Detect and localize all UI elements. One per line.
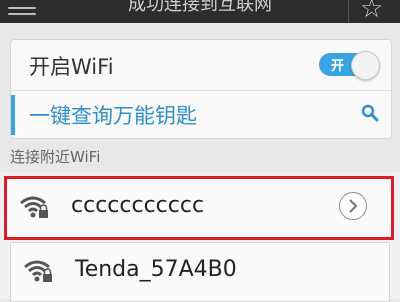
wifi-toggle-row: 开启WiFi 开 bbox=[11, 40, 391, 91]
wifi-network-item[interactable]: Tenda_57A4B0 bbox=[10, 242, 390, 302]
key-query-row[interactable]: 一键查询万能钥匙 bbox=[11, 91, 391, 138]
wifi-network-item[interactable]: ccccccccccc bbox=[4, 176, 394, 240]
switch-knob bbox=[351, 51, 380, 80]
switch-on-label: 开 bbox=[331, 59, 345, 74]
chevron-right-icon[interactable] bbox=[339, 192, 367, 220]
wifi-toggle-label: 开启WiFi bbox=[29, 55, 114, 79]
wifi-locked-icon bbox=[24, 260, 52, 282]
wifi-locked-icon bbox=[20, 196, 48, 218]
section-title: 连接附近WiFi bbox=[10, 148, 101, 166]
accent-bar bbox=[11, 95, 15, 135]
page-title: 成功连接到互联网 bbox=[128, 0, 272, 15]
divider bbox=[348, 0, 349, 23]
key-query-label: 一键查询万能钥匙 bbox=[29, 104, 197, 128]
search-icon[interactable] bbox=[361, 104, 379, 122]
top-bar: 成功连接到互联网 ☆ bbox=[0, 0, 400, 23]
wifi-network-name: ccccccccccc bbox=[71, 193, 205, 218]
settings-card: 开启WiFi 开 一键查询万能钥匙 bbox=[10, 39, 392, 139]
wifi-network-name: Tenda_57A4B0 bbox=[75, 257, 237, 282]
star-icon[interactable]: ☆ bbox=[360, 0, 383, 23]
wifi-switch[interactable]: 开 bbox=[319, 51, 381, 80]
